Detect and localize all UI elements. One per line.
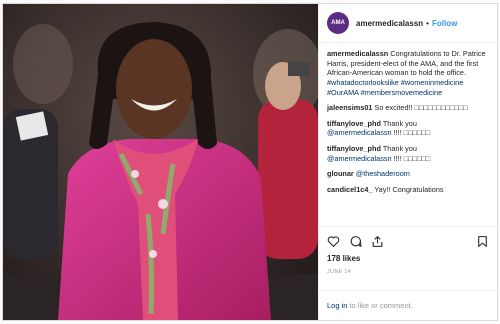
comment-mention[interactable]: @amermedicalassn	[327, 128, 392, 137]
caption-hashtags[interactable]: #whatadoctorlookslike #womeninmedicine #…	[327, 78, 463, 97]
instagram-post-card: AMA amermedicalassn • Follow amermedical…	[2, 3, 498, 321]
post-photo-illustration	[3, 4, 318, 320]
post-date[interactable]: JUNE 14	[327, 269, 489, 275]
login-text: to like or comment.	[349, 301, 413, 310]
comments-list: amermedicalassn Congratulations to Dr. P…	[319, 43, 497, 226]
comment-text: Yay!! Congratulations	[374, 184, 444, 194]
heart-icon[interactable]	[327, 235, 340, 248]
caption: amermedicalassn Congratulations to Dr. P…	[327, 49, 489, 97]
comment-item: jaleensims01 So excited!! □□□□□□□□□□□□	[327, 103, 489, 113]
likes-count[interactable]: 178 likes	[327, 254, 489, 263]
post-sidebar: AMA amermedicalassn • Follow amermedical…	[318, 4, 497, 320]
comment-icon[interactable]	[349, 235, 362, 248]
login-prompt: Log in to like or comment.	[319, 290, 497, 320]
comment-mention[interactable]: @amermedicalassn	[327, 154, 392, 163]
comment-emoji: □□□□□□□□□□□□	[414, 103, 468, 113]
comment-item: tiffanylove_phd Thank you @amermedicalas…	[327, 144, 489, 163]
comment-text: So excited!!	[374, 103, 415, 113]
follow-button[interactable]: Follow	[432, 19, 457, 28]
comment-mention[interactable]: @theshaderoom	[356, 169, 410, 178]
comment-item: glounar @theshaderoom	[327, 169, 489, 179]
comment-tail: !!!! □□□□□□	[393, 153, 431, 163]
bookmark-icon[interactable]	[476, 235, 489, 248]
post-actions: 178 likes JUNE 14	[319, 226, 497, 290]
caption-username[interactable]: amermedicalassn	[327, 49, 388, 58]
action-icons	[327, 234, 489, 248]
post-header: AMA amermedicalassn • Follow	[319, 4, 497, 43]
comment-username[interactable]: tiffanylove_phd	[327, 119, 381, 128]
comment-text: Thank you	[382, 144, 417, 153]
comment-username[interactable]: candicel1c4_	[327, 185, 372, 194]
comment-tail: !!!! □□□□□□	[393, 128, 431, 138]
comment-username[interactable]: glounar	[327, 169, 354, 178]
comment-username[interactable]: jaleensims01	[327, 103, 372, 112]
comment-username[interactable]: tiffanylove_phd	[327, 144, 381, 153]
comment-item: candicel1c4_ Yay!! Congratulations	[327, 185, 489, 195]
post-photo[interactable]	[3, 4, 318, 320]
post-username[interactable]: amermedicalassn	[356, 19, 423, 28]
comment-item: tiffanylove_phd Thank you @amermedicalas…	[327, 119, 489, 138]
share-icon[interactable]	[371, 235, 384, 248]
comment-text: Thank you	[382, 118, 417, 128]
separator-dot: •	[426, 18, 429, 28]
login-link[interactable]: Log in	[327, 301, 347, 310]
avatar[interactable]: AMA	[327, 12, 349, 34]
